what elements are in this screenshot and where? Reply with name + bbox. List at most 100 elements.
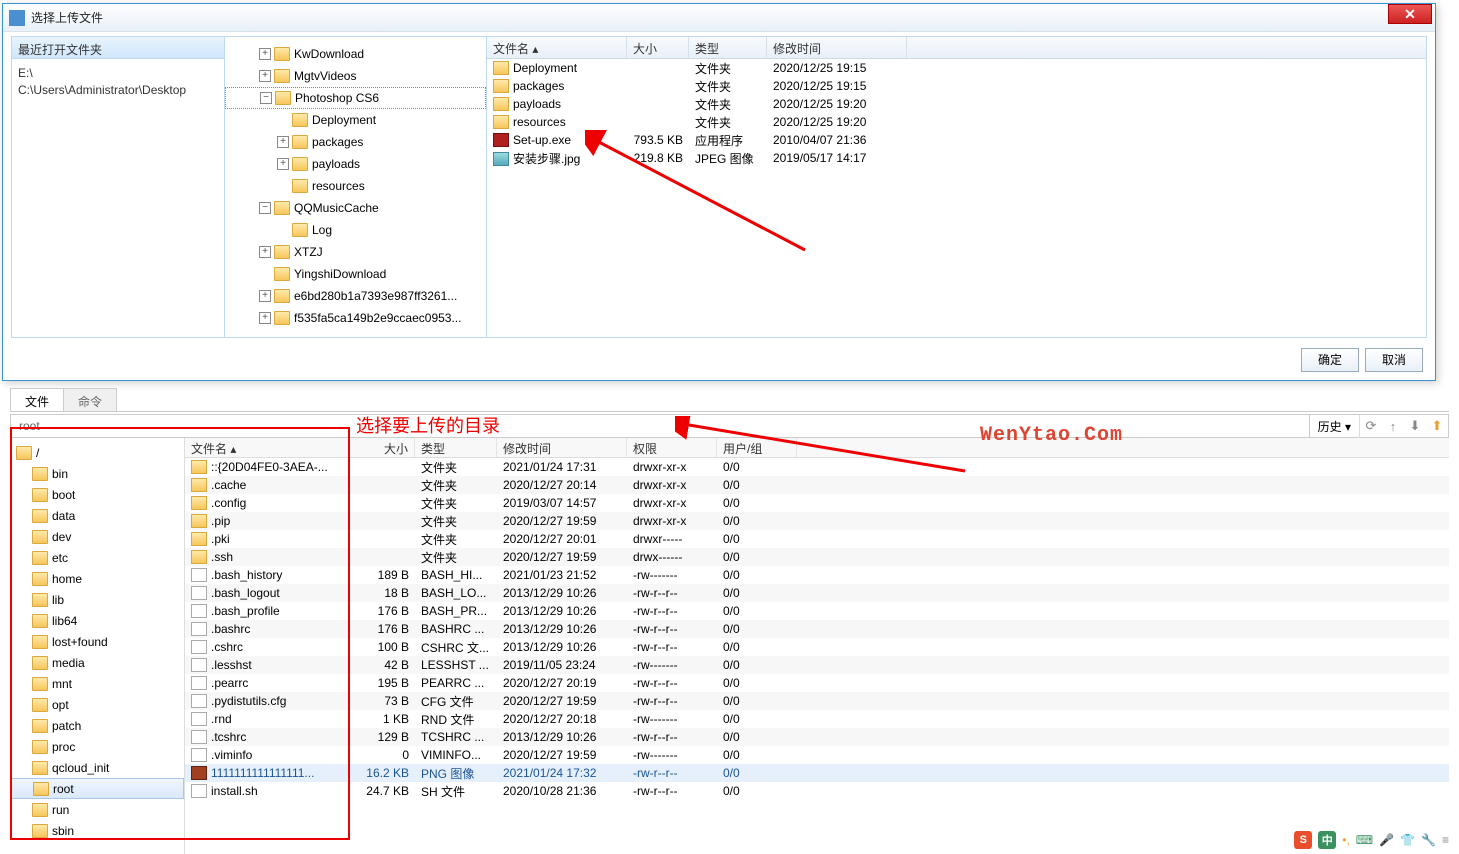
- dir-item[interactable]: etc: [10, 547, 184, 568]
- remote-row[interactable]: .cache文件夹2020/12/27 20:14drwxr-xr-x0/0: [185, 476, 1449, 494]
- col-type[interactable]: 类型: [689, 37, 767, 58]
- download-icon[interactable]: ⬇: [1404, 416, 1426, 436]
- file-row[interactable]: payloads文件夹2020/12/25 19:20: [487, 95, 1426, 113]
- cancel-button[interactable]: 取消: [1365, 348, 1423, 372]
- remote-row[interactable]: .ssh文件夹2020/12/27 19:59drwx------0/0: [185, 548, 1449, 566]
- remote-row[interactable]: .cshrc100 BCSHRC 文...2013/12/29 10:26-rw…: [185, 638, 1449, 656]
- refresh-icon[interactable]: ⟳: [1360, 416, 1382, 436]
- col-mtime[interactable]: 修改时间: [767, 37, 907, 58]
- tree-item[interactable]: −Photoshop CS6: [225, 87, 486, 109]
- remote-row[interactable]: install.sh24.7 KBSH 文件2020/10/28 21:36-r…: [185, 782, 1449, 800]
- up-arrow-icon[interactable]: ↑: [1382, 416, 1404, 436]
- ime-keyboard-icon[interactable]: ⌨: [1356, 833, 1373, 847]
- tree-expander-icon[interactable]: −: [259, 202, 271, 214]
- tree-expander-icon[interactable]: +: [259, 290, 271, 302]
- tree-expander-icon[interactable]: −: [260, 92, 272, 104]
- file-row[interactable]: 安装步骤.jpg219.8 KBJPEG 图像2019/05/17 14:17: [487, 149, 1426, 167]
- tree-expander-icon[interactable]: [277, 180, 289, 192]
- tree-item[interactable]: +MgtvVideos: [225, 65, 486, 87]
- remote-row[interactable]: 1111111111111111...16.2 KBPNG 图像2021/01/…: [185, 764, 1449, 782]
- file-list[interactable]: Deployment文件夹2020/12/25 19:15packages文件夹…: [487, 59, 1426, 337]
- tree-item[interactable]: resources: [225, 175, 486, 197]
- rcol-size[interactable]: 大小: [349, 438, 415, 457]
- tree-item[interactable]: −QQMusicCache: [225, 197, 486, 219]
- remote-row[interactable]: .viminfo0VIMINFO...2020/12/27 19:59-rw--…: [185, 746, 1449, 764]
- file-row[interactable]: Deployment文件夹2020/12/25 19:15: [487, 59, 1426, 77]
- tree-item[interactable]: +e6bd280b1a7393e987ff3261...: [225, 285, 486, 307]
- remote-dir-tree[interactable]: / binbootdatadevetchomeliblib64lost+foun…: [10, 438, 185, 854]
- folder-tree[interactable]: +KwDownload+MgtvVideos−Photoshop CS6 Dep…: [225, 37, 487, 337]
- dir-item[interactable]: patch: [10, 715, 184, 736]
- ime-punct-icon[interactable]: •,: [1342, 833, 1350, 847]
- file-row[interactable]: resources文件夹2020/12/25 19:20: [487, 113, 1426, 131]
- dir-item[interactable]: root: [10, 778, 184, 799]
- file-row[interactable]: Set-up.exe793.5 KB应用程序2010/04/07 21:36: [487, 131, 1426, 149]
- titlebar[interactable]: 选择上传文件 ✕: [3, 4, 1435, 32]
- dir-item[interactable]: home: [10, 568, 184, 589]
- tree-item[interactable]: +f535fa5ca149b2e9ccaec0953...: [225, 307, 486, 329]
- ime-skin-icon[interactable]: 👕: [1400, 833, 1415, 847]
- rcol-mtime[interactable]: 修改时间: [497, 438, 627, 457]
- dir-item[interactable]: lib64: [10, 610, 184, 631]
- dir-item[interactable]: run: [10, 799, 184, 820]
- dir-item[interactable]: lib: [10, 589, 184, 610]
- tree-item[interactable]: +payloads: [225, 153, 486, 175]
- upload-icon[interactable]: ⬆: [1426, 416, 1448, 436]
- remote-row[interactable]: .pip文件夹2020/12/27 19:59drwxr-xr-x0/0: [185, 512, 1449, 530]
- tree-expander-icon[interactable]: +: [259, 246, 271, 258]
- dir-item[interactable]: mnt: [10, 673, 184, 694]
- dir-item[interactable]: boot: [10, 484, 184, 505]
- remote-row[interactable]: ::{20D04FE0-3AEA-...文件夹2021/01/24 17:31d…: [185, 458, 1449, 476]
- remote-row[interactable]: .pydistutils.cfg73 BCFG 文件2020/12/27 19:…: [185, 692, 1449, 710]
- tree-item[interactable]: +KwDownload: [225, 43, 486, 65]
- rcol-name[interactable]: 文件名 ▴: [185, 438, 349, 457]
- remote-row[interactable]: .bashrc176 BBASHRC ...2013/12/29 10:26-r…: [185, 620, 1449, 638]
- tree-item[interactable]: Log: [225, 219, 486, 241]
- remote-row[interactable]: .bash_history189 BBASH_HI...2021/01/23 2…: [185, 566, 1449, 584]
- dir-item[interactable]: qcloud_init: [10, 757, 184, 778]
- rcol-perm[interactable]: 权限: [627, 438, 717, 457]
- recent-paths[interactable]: E:\ C:\Users\Administrator\Desktop: [12, 59, 224, 105]
- dir-item[interactable]: proc: [10, 736, 184, 757]
- remote-row[interactable]: .tcshrc129 BTCSHRC ...2013/12/29 10:26-r…: [185, 728, 1449, 746]
- tree-expander-icon[interactable]: [277, 224, 289, 236]
- rcol-owner[interactable]: 用户/组: [717, 438, 797, 457]
- recent-path[interactable]: C:\Users\Administrator\Desktop: [18, 82, 218, 99]
- ime-s-icon[interactable]: S: [1294, 831, 1312, 849]
- tree-expander-icon[interactable]: +: [259, 312, 271, 324]
- rcol-type[interactable]: 类型: [415, 438, 497, 457]
- tree-expander-icon[interactable]: [277, 114, 289, 126]
- tab-cmd[interactable]: 命令: [63, 388, 117, 411]
- ok-button[interactable]: 确定: [1301, 348, 1359, 372]
- dir-item[interactable]: data: [10, 505, 184, 526]
- tree-expander-icon[interactable]: +: [259, 70, 271, 82]
- remote-row[interactable]: .rnd1 KBRND 文件2020/12/27 20:18-rw-------…: [185, 710, 1449, 728]
- remote-row[interactable]: .config文件夹2019/03/07 14:57drwxr-xr-x0/0: [185, 494, 1449, 512]
- dir-item[interactable]: bin: [10, 463, 184, 484]
- remote-row[interactable]: .bash_logout18 BBASH_LO...2013/12/29 10:…: [185, 584, 1449, 602]
- remote-row[interactable]: .lesshst42 BLESSHST ...2019/11/05 23:24-…: [185, 656, 1449, 674]
- tree-expander-icon[interactable]: [259, 268, 271, 280]
- ime-menu-icon[interactable]: ≡: [1442, 833, 1449, 847]
- ime-zh-icon[interactable]: 中: [1318, 831, 1336, 849]
- remote-file-list[interactable]: 文件名 ▴ 大小 类型 修改时间 权限 用户/组 ::{20D04FE0-3AE…: [185, 438, 1449, 854]
- tree-item[interactable]: Deployment: [225, 109, 486, 131]
- recent-path[interactable]: E:\: [18, 65, 218, 82]
- close-button[interactable]: ✕: [1388, 4, 1432, 24]
- dir-item[interactable]: sbin: [10, 820, 184, 841]
- tree-item[interactable]: +packages: [225, 131, 486, 153]
- tree-item[interactable]: YingshiDownload: [225, 263, 486, 285]
- history-button[interactable]: 历史 ▾: [1310, 415, 1360, 438]
- file-row[interactable]: packages文件夹2020/12/25 19:15: [487, 77, 1426, 95]
- ime-tool-icon[interactable]: 🔧: [1421, 833, 1436, 847]
- tab-file[interactable]: 文件: [10, 388, 64, 411]
- tree-expander-icon[interactable]: +: [277, 136, 289, 148]
- tree-expander-icon[interactable]: +: [259, 48, 271, 60]
- dir-item[interactable]: opt: [10, 694, 184, 715]
- dir-item[interactable]: media: [10, 652, 184, 673]
- dir-item[interactable]: dev: [10, 526, 184, 547]
- col-name[interactable]: 文件名 ▴: [487, 37, 627, 58]
- dir-item[interactable]: lost+found: [10, 631, 184, 652]
- dir-root[interactable]: /: [10, 442, 184, 463]
- tree-expander-icon[interactable]: +: [277, 158, 289, 170]
